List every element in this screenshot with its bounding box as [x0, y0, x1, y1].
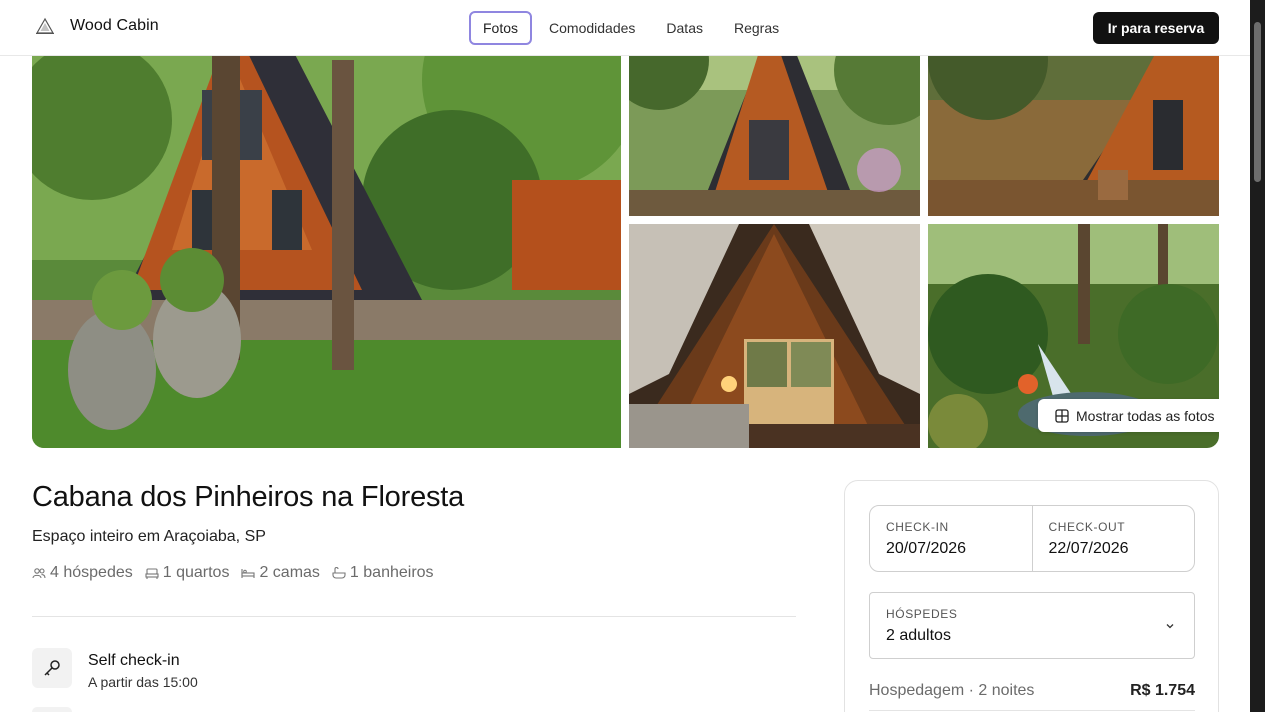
section-divider [32, 616, 796, 617]
scrollbar-thumb[interactable] [1254, 22, 1261, 182]
grid-icon [1055, 408, 1069, 423]
bedroom-icon [145, 568, 159, 579]
checkin-value: 20/07/2026 [886, 540, 967, 557]
price-row-lodging: Hospedagem · 2 noites R$ 1.754 [869, 682, 1195, 700]
guests-select[interactable]: HÓSPEDES 2 adultos [869, 592, 1195, 659]
show-all-photos-label: Mostrar todas as fotos [1076, 407, 1215, 424]
cabin-logo-icon [35, 17, 55, 34]
stat-bedrooms-label: 1 quartos [162, 564, 230, 581]
guests-value: 2 adultos [886, 627, 951, 644]
checkin-label: CHECK-IN [886, 520, 949, 534]
checkout-label: CHECK-OUT [1048, 520, 1126, 534]
photo-gallery: Mostrar todas as fotos [32, 0, 1219, 448]
nav-tab-comodidades[interactable]: Comodidades [535, 11, 649, 45]
stat-bathrooms-label: 1 banheiros [349, 564, 434, 581]
checkin-field[interactable]: CHECK-IN 20/07/2026 [870, 506, 1032, 571]
bath-icon [332, 567, 346, 579]
next-feature-icon-box [32, 707, 72, 712]
brand-name: Wood Cabin [70, 17, 159, 34]
listing-subtitle: Espaço inteiro em Araçoiaba, SP [32, 528, 266, 545]
booking-card: CHECK-IN 20/07/2026 CHECK-OUT 22/07/2026… [844, 480, 1219, 712]
date-range-picker: CHECK-IN 20/07/2026 CHECK-OUT 22/07/2026 [869, 505, 1195, 572]
checkout-field[interactable]: CHECK-OUT 22/07/2026 [1031, 506, 1195, 571]
page-scrollbar[interactable] [1250, 0, 1265, 712]
stat-beds-label: 2 camas [259, 564, 320, 581]
price-divider [869, 710, 1195, 711]
guests-label: HÓSPEDES [886, 607, 958, 621]
section-nav: Fotos Comodidades Datas Regras [469, 11, 796, 45]
stat-guests-label: 4 hóspedes [50, 564, 133, 581]
chevron-down-icon [1166, 624, 1174, 629]
stat-bedrooms: 1 quartos [145, 564, 230, 582]
brand[interactable]: Wood Cabin [34, 15, 159, 37]
nav-tab-regras[interactable]: Regras [720, 11, 793, 45]
nav-tab-fotos[interactable]: Fotos [469, 11, 533, 45]
show-all-photos-button[interactable]: Mostrar todas as fotos [1038, 399, 1219, 432]
nav-tab-datas[interactable]: Datas [652, 11, 717, 45]
lodging-price-value: R$ 1.754 [1130, 682, 1195, 699]
bed-icon [241, 569, 256, 578]
guests-icon [32, 568, 46, 579]
go-to-booking-button[interactable]: Ir para reserva [1093, 12, 1219, 44]
stat-bathrooms: 1 banheiros [332, 564, 434, 582]
top-navbar: Wood Cabin Fotos Comodidades Datas Regra… [0, 0, 1250, 56]
feature-subtitle: A partir das 15:00 [88, 674, 198, 690]
feature-icon-box [32, 648, 72, 688]
listing-title: Cabana dos Pinheiros na Floresta [32, 481, 465, 513]
key-icon [44, 660, 60, 676]
cabin-exterior-photo[interactable] [32, 0, 621, 448]
stat-beds: 2 camas [241, 564, 320, 582]
checkout-value: 22/07/2026 [1048, 540, 1129, 557]
listing-stats: 4 hóspedes 1 quartos 2 camas 1 banheiros [32, 564, 446, 582]
feature-self-checkin: Self check-in A partir das 15:00 [32, 648, 198, 690]
lodging-price-label: Hospedagem · 2 noites [869, 682, 1035, 699]
cabin-interior-photo[interactable] [629, 224, 920, 448]
feature-title: Self check-in [88, 652, 180, 669]
stat-guests: 4 hóspedes [32, 564, 133, 582]
